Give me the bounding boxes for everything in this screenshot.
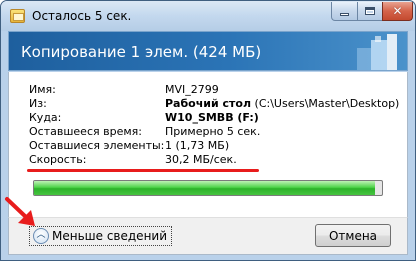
copy-progress-bar xyxy=(33,180,383,196)
copy-files-illustration xyxy=(357,34,397,70)
speed-label: Скорость: xyxy=(29,153,87,166)
from-label: Из: xyxy=(29,97,47,110)
to-label: Куда: xyxy=(29,111,62,124)
copy-dialog-window: Осталось 5 сек. ✕ Копирование 1 элем. (4… xyxy=(0,0,416,261)
less-details-toggle[interactable]: ︿ Меньше сведений xyxy=(29,226,173,246)
from-value[interactable]: Рабочий стол (C:\Users\Master\Desktop) xyxy=(165,97,399,110)
title-bar[interactable]: Осталось 5 сек. ✕ xyxy=(1,1,415,31)
to-value-location: W10_SMBB (F:) xyxy=(165,111,259,124)
maximize-icon xyxy=(365,7,375,15)
items-left-label: Оставшиеся элементы: xyxy=(29,139,165,152)
name-value: MVI_2799 xyxy=(165,83,219,96)
details-panel: Имя: MVI_2799 Из: Рабочий стол (C:\Users… xyxy=(8,72,408,217)
minimize-icon xyxy=(340,13,349,16)
dialog-footer: ︿ Меньше сведений Отмена xyxy=(8,217,408,255)
less-details-label: Меньше сведений xyxy=(52,229,168,243)
red-pointer-arrow-icon xyxy=(5,197,35,226)
chevron-up-icon: ︿ xyxy=(33,228,49,244)
speed-value: 30,2 МБ/сек. xyxy=(165,153,237,166)
chevron-up-glyph: ︿ xyxy=(36,230,46,240)
to-value[interactable]: W10_SMBB (F:) xyxy=(165,111,259,124)
items-left-value: 1 (1,73 МБ) xyxy=(165,139,230,152)
close-button[interactable]: ✕ xyxy=(382,2,413,21)
time-left-label: Оставшееся время: xyxy=(29,125,142,138)
from-value-location: Рабочий стол xyxy=(165,97,252,110)
cancel-button[interactable]: Отмена xyxy=(315,224,391,247)
window-title: Осталось 5 сек. xyxy=(32,9,132,23)
name-label: Имя: xyxy=(29,83,56,96)
speed-highlight-underline xyxy=(27,169,259,172)
minimize-button[interactable] xyxy=(331,2,358,21)
from-value-path: (C:\Users\Master\Desktop) xyxy=(251,97,400,110)
maximize-button[interactable] xyxy=(357,2,383,21)
time-left-value: Примерно 5 сек. xyxy=(165,125,261,138)
close-icon: ✕ xyxy=(392,4,403,18)
folder-icon xyxy=(10,9,25,23)
copy-progress-fill xyxy=(34,181,376,195)
copy-status-title: Копирование 1 элем. (424 МБ) xyxy=(21,43,262,61)
header-panel: Копирование 1 элем. (424 МБ) xyxy=(8,31,408,71)
